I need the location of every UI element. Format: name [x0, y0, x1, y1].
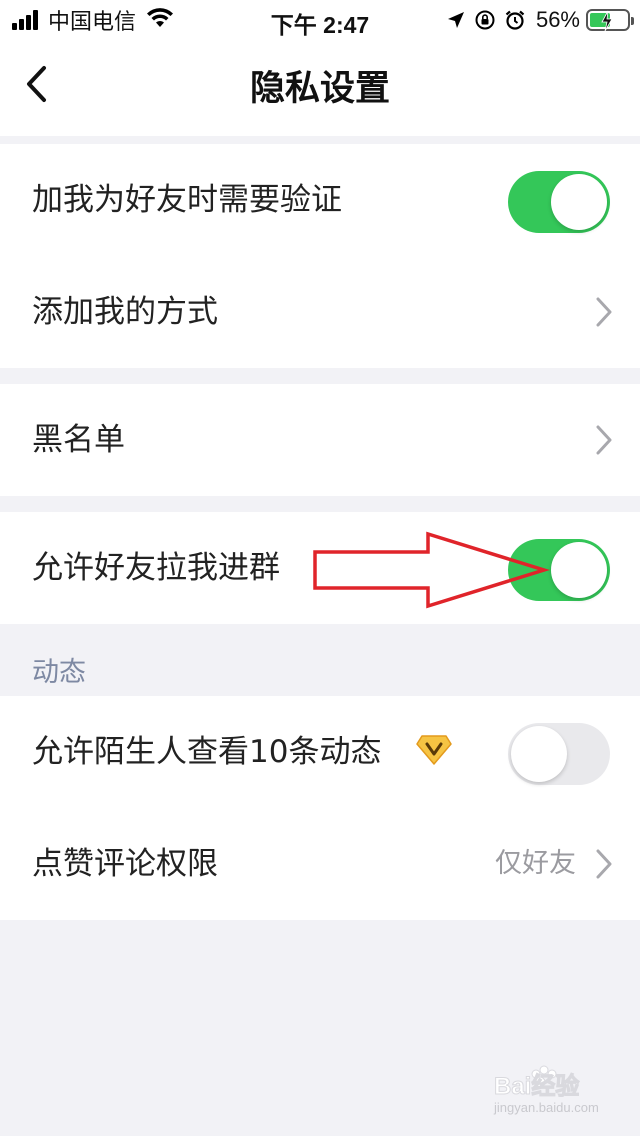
row-add-methods[interactable]: 添加我的方式 — [0, 256, 640, 368]
stranger-view-toggle[interactable] — [508, 723, 610, 785]
row-verify-friend: 加我为好友时需要验证 — [0, 144, 640, 256]
chevron-right-icon — [596, 297, 612, 327]
group-dynamics: 允许陌生人查看10条动态 点赞评论权限 仅好友 — [0, 696, 640, 920]
orientation-lock-icon — [474, 9, 496, 31]
battery-icon — [586, 9, 634, 32]
section-header-dynamics: 动态 — [32, 657, 86, 688]
row-label: 允许陌生人查看10条动态 — [32, 734, 382, 770]
row-stranger-view: 允许陌生人查看10条动态 — [0, 696, 640, 808]
row-label: 点赞评论权限 — [32, 846, 218, 882]
watermark-text: Bai经验 — [494, 1072, 579, 1100]
row-label: 允许好友拉我进群 — [32, 550, 280, 586]
row-like-comment[interactable]: 点赞评论权限 仅好友 — [0, 808, 640, 920]
row-blacklist[interactable]: 黑名单 — [0, 384, 640, 496]
status-bar: 中国电信 下午 2:47 56% — [0, 0, 640, 40]
chevron-right-icon — [596, 849, 612, 879]
status-right: 56% — [438, 6, 634, 34]
page-title: 隐私设置 — [249, 69, 390, 109]
alarm-clock-icon — [504, 9, 526, 31]
vip-badge-icon — [416, 735, 452, 765]
row-label: 添加我的方式 — [32, 294, 218, 330]
battery-percent: 56% — [535, 7, 580, 32]
row-label: 加我为好友时需要验证 — [32, 182, 342, 218]
chevron-right-icon — [596, 425, 612, 455]
baidu-jingyan-watermark: Bai经验 jingyan.baidu.com — [493, 1065, 599, 1115]
group-friend-settings: 加我为好友时需要验证 添加我的方式 — [0, 144, 640, 368]
watermark-url: jingyan.baidu.com — [493, 1100, 599, 1115]
annotation-arrow-icon — [313, 531, 550, 609]
row-label: 黑名单 — [32, 422, 125, 458]
location-arrow-icon — [446, 10, 466, 30]
row-value: 仅好友 — [495, 848, 576, 879]
group-blacklist: 黑名单 — [0, 384, 640, 496]
navigation-bar: 隐私设置 — [0, 40, 640, 136]
verify-friend-toggle[interactable] — [508, 171, 610, 233]
